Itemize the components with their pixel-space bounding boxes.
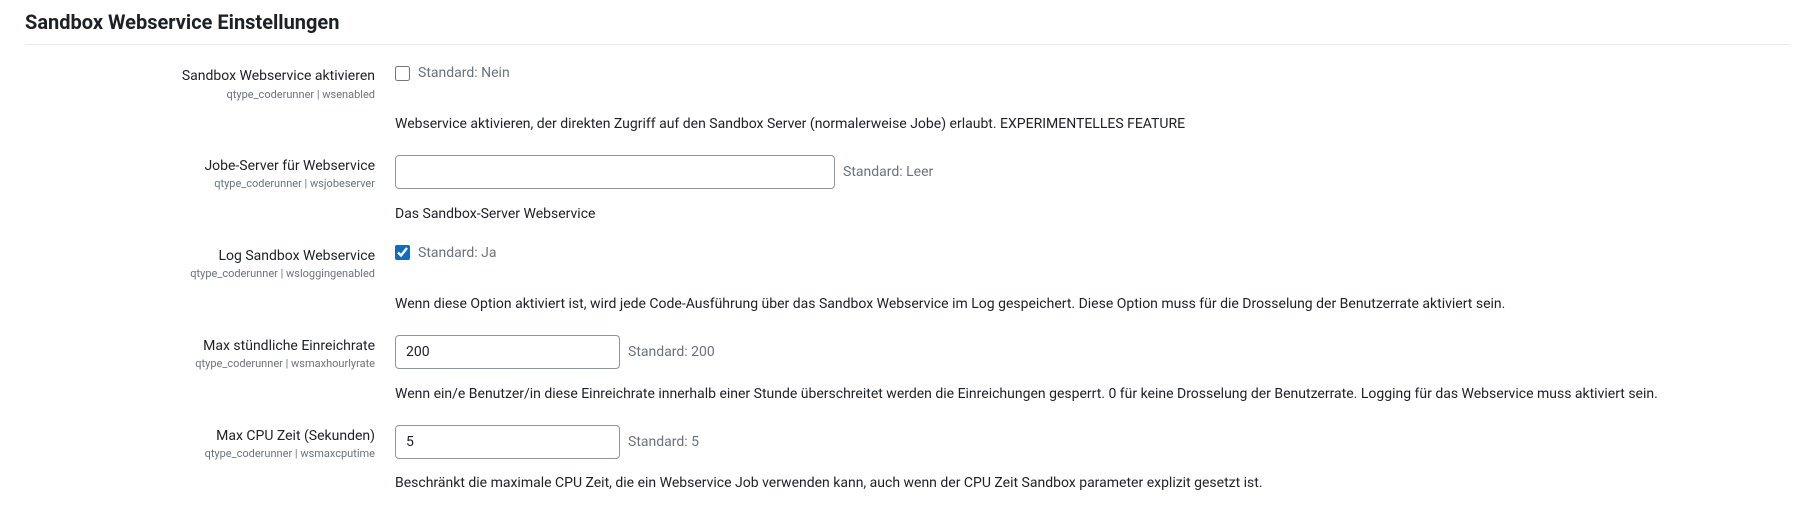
label-col: Sandbox Webservice aktivieren qtype_code… xyxy=(25,63,395,102)
control-col: Standard: 200 xyxy=(395,333,1790,369)
wsmaxcputime-input[interactable] xyxy=(395,425,620,459)
default-label: Standard: Nein xyxy=(418,65,510,81)
label-col: Max CPU Zeit (Sekunden) qtype_coderunner… xyxy=(25,423,395,462)
setting-wsjobeserver: Jobe-Server für Webservice qtype_coderun… xyxy=(25,153,1790,192)
setting-key: qtype_coderunner | wsloggingenabled xyxy=(25,267,375,281)
section-heading: Sandbox Webservice Einstellungen xyxy=(25,10,1790,45)
desc-row: Webservice aktivieren, der direkten Zugr… xyxy=(25,108,1790,135)
desc-row: Das Sandbox-Server Webservice xyxy=(25,198,1790,225)
setting-label: Log Sandbox Webservice xyxy=(25,247,375,267)
default-label: Standard: Leer xyxy=(843,164,933,180)
setting-wsmaxcputime: Max CPU Zeit (Sekunden) qtype_coderunner… xyxy=(25,423,1790,462)
default-label: Standard: 5 xyxy=(628,434,699,450)
default-label: Standard: 200 xyxy=(628,344,715,360)
desc-row: Wenn ein/e Benutzer/in diese Einreichrat… xyxy=(25,378,1790,405)
label-col: Log Sandbox Webservice qtype_coderunner … xyxy=(25,243,395,282)
setting-desc: Wenn ein/e Benutzer/in diese Einreichrat… xyxy=(395,378,1790,405)
default-label: Standard: Ja xyxy=(418,245,496,261)
label-col: Jobe-Server für Webservice qtype_coderun… xyxy=(25,153,395,192)
wsmaxhourlyrate-input[interactable] xyxy=(395,335,620,369)
setting-key: qtype_coderunner | wsjobeserver xyxy=(25,177,375,191)
setting-wsloggingenabled: Log Sandbox Webservice qtype_coderunner … xyxy=(25,243,1790,282)
setting-desc: Das Sandbox-Server Webservice xyxy=(395,198,1790,225)
control-col: Standard: Ja xyxy=(395,243,1790,261)
control-col: Standard: Leer xyxy=(395,153,1790,189)
setting-desc: Wenn diese Option aktiviert ist, wird je… xyxy=(395,288,1790,315)
setting-desc: Beschränkt die maximale CPU Zeit, die ei… xyxy=(395,467,1790,494)
setting-label: Max CPU Zeit (Sekunden) xyxy=(25,427,375,447)
desc-row: Wenn diese Option aktiviert ist, wird je… xyxy=(25,288,1790,315)
setting-label: Jobe-Server für Webservice xyxy=(25,157,375,177)
setting-desc: Webservice aktivieren, der direkten Zugr… xyxy=(395,108,1790,135)
setting-label: Max stündliche Einreichrate xyxy=(25,337,375,357)
control-col: Standard: Nein xyxy=(395,63,1790,81)
wsjobeserver-input[interactable] xyxy=(395,155,835,189)
setting-wsmaxhourlyrate: Max stündliche Einreichrate qtype_coderu… xyxy=(25,333,1790,372)
setting-key: qtype_coderunner | wsenabled xyxy=(25,88,375,102)
label-col: Max stündliche Einreichrate qtype_coderu… xyxy=(25,333,395,372)
wsenabled-checkbox[interactable] xyxy=(395,66,410,81)
setting-key: qtype_coderunner | wsmaxhourlyrate xyxy=(25,357,375,371)
control-col: Standard: 5 xyxy=(395,423,1790,459)
desc-row: Beschränkt die maximale CPU Zeit, die ei… xyxy=(25,467,1790,494)
setting-label: Sandbox Webservice aktivieren xyxy=(25,67,375,87)
setting-key: qtype_coderunner | wsmaxcputime xyxy=(25,447,375,461)
setting-wsenabled: Sandbox Webservice aktivieren qtype_code… xyxy=(25,63,1790,102)
wsloggingenabled-checkbox[interactable] xyxy=(395,245,410,260)
